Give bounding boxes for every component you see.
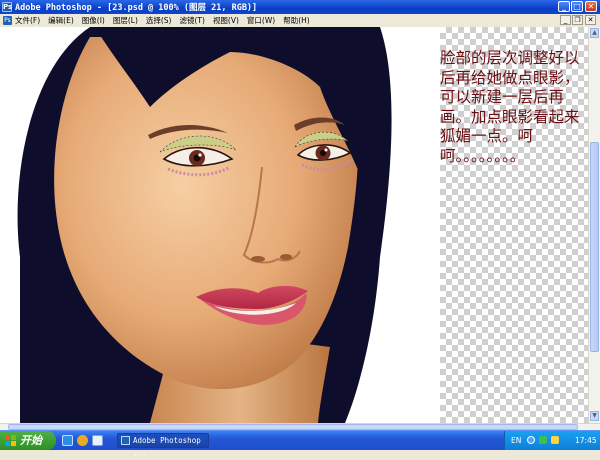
network-icon[interactable] <box>539 436 547 444</box>
media-player-icon[interactable] <box>77 435 88 446</box>
close-button[interactable]: ✕ <box>585 1 597 12</box>
photoshop-logo-icon[interactable]: Ps <box>3 16 12 25</box>
ie-icon[interactable] <box>62 435 73 446</box>
menu-file[interactable]: 文件(F) <box>15 15 40 26</box>
menu-layer[interactable]: 图层(L) <box>113 15 138 26</box>
start-button[interactable]: 开始 <box>0 431 56 450</box>
menu-window[interactable]: 窗口(W) <box>247 15 275 26</box>
menu-edit[interactable]: 编辑(E) <box>48 15 74 26</box>
photoshop-task-icon <box>121 436 130 445</box>
menu-image[interactable]: 图像(I) <box>82 15 105 26</box>
language-indicator[interactable]: EN <box>511 436 521 445</box>
horizontal-scrollbar[interactable] <box>0 423 600 430</box>
vertical-scrollbar[interactable]: ▲ ▼ <box>588 27 600 423</box>
menu-items: 文件(F) 编辑(E) 图像(I) 图层(L) 选择(S) 滤镜(T) 视图(V… <box>15 15 310 26</box>
photoshop-icon[interactable]: Ps <box>2 2 12 12</box>
menu-bar: Ps 文件(F) 编辑(E) 图像(I) 图层(L) 选择(S) 滤镜(T) 视… <box>0 14 600 28</box>
taskbar-photoshop-button[interactable]: Adobe Photoshop ... <box>117 433 209 458</box>
scroll-up-arrow-icon[interactable]: ▲ <box>590 28 599 38</box>
taskbar: 开始 Adobe Photoshop ... EN 17:45 <box>0 430 600 458</box>
window-title: Adobe Photoshop - [23.psd @ 100% (图层 21,… <box>15 3 258 13</box>
tutorial-note: 脸部的层次调整好以后再给她做点眼影，可以新建一层后再画。加点眼影看起来狐媚一点。… <box>440 49 580 165</box>
clock: 17:45 <box>575 436 597 445</box>
maximize-button[interactable]: □ <box>571 1 583 12</box>
title-bar[interactable]: Ps Adobe Photoshop - [23.psd @ 100% (图层 … <box>0 0 600 14</box>
menu-filter[interactable]: 滤镜(T) <box>180 15 205 26</box>
help-icon[interactable] <box>527 436 535 444</box>
doc-minimize-button[interactable]: _ <box>560 15 571 25</box>
document-canvas[interactable]: 脸部的层次调整好以后再给她做点眼影，可以新建一层后再画。加点眼影看起来狐媚一点。… <box>0 27 588 423</box>
system-tray: EN 17:45 <box>504 431 600 450</box>
vertical-scroll-thumb[interactable] <box>590 142 599 352</box>
volume-icon[interactable] <box>551 436 559 444</box>
start-label: 开始 <box>20 434 42 447</box>
doc-restore-button[interactable]: ❐ <box>572 15 583 25</box>
doc-close-button[interactable]: ✕ <box>585 15 596 25</box>
windows-flag-icon <box>5 435 16 446</box>
menu-help[interactable]: 帮助(H) <box>283 15 310 26</box>
minimize-button[interactable]: _ <box>558 1 570 12</box>
show-desktop-icon[interactable] <box>92 435 103 446</box>
portrait-image <box>0 27 440 423</box>
menu-select[interactable]: 选择(S) <box>146 15 172 26</box>
scroll-down-arrow-icon[interactable]: ▼ <box>590 411 599 421</box>
taskbar-photoshop-label: Adobe Photoshop ... <box>133 436 201 458</box>
menu-view[interactable]: 视图(V) <box>213 15 239 26</box>
